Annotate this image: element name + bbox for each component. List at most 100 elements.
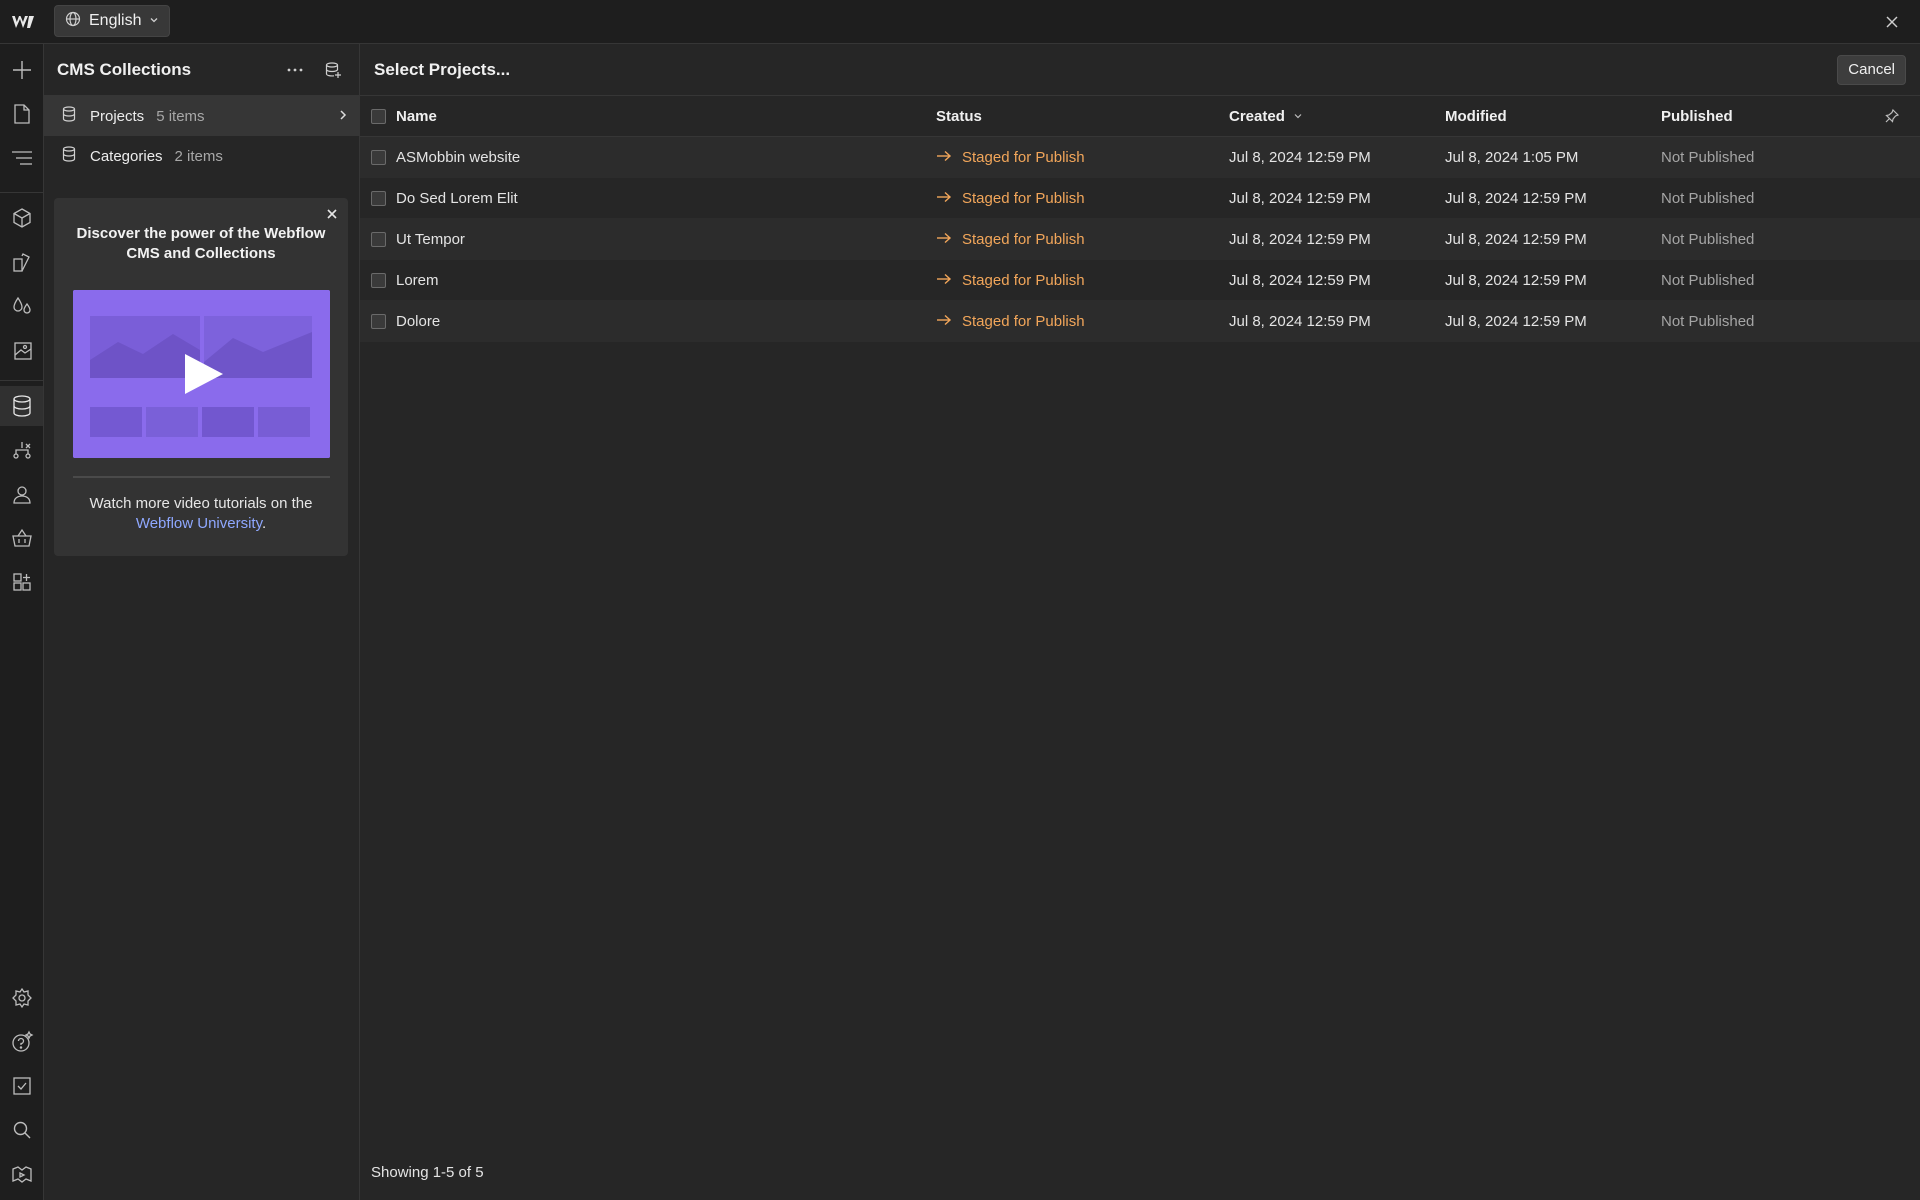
locale-label: English [89, 12, 142, 29]
chevron-right-icon [339, 108, 347, 125]
cms-header: CMS Collections [44, 44, 359, 96]
column-created-label: Created [1229, 107, 1285, 125]
main-header: Select Projects... Cancel [360, 44, 1920, 96]
row-created: Jul 8, 2024 12:59 PM [1229, 271, 1371, 289]
row-modified: Jul 8, 2024 12:59 PM [1445, 230, 1587, 248]
collection-name: Categories [90, 147, 163, 165]
promo-title: Discover the power of the Webflow CMS an… [76, 225, 326, 262]
row-created: Jul 8, 2024 12:59 PM [1229, 230, 1371, 248]
column-status[interactable]: Status [936, 96, 982, 136]
row-created: Jul 8, 2024 12:59 PM [1229, 148, 1371, 166]
row-modified: Jul 8, 2024 1:05 PM [1445, 148, 1579, 166]
row-status-label: Staged for Publish [962, 189, 1085, 207]
settings-icon[interactable] [0, 978, 43, 1018]
pagination-info: Showing 1-5 of 5 [371, 1164, 484, 1181]
row-modified: Jul 8, 2024 12:59 PM [1445, 271, 1587, 289]
row-created: Jul 8, 2024 12:59 PM [1229, 189, 1371, 207]
more-options-icon[interactable] [281, 56, 309, 84]
cancel-button[interactable]: Cancel [1837, 54, 1906, 85]
page-title: Select Projects... [374, 59, 511, 79]
promo-footer-suffix: . [261, 515, 267, 532]
row-published: Not Published [1661, 230, 1755, 248]
cms-collections-panel: CMS Collections Projects 5 items Categor… [44, 44, 360, 1200]
arrow-right-icon [936, 149, 952, 166]
search-icon[interactable] [0, 1110, 43, 1150]
arrow-right-icon [936, 190, 952, 207]
main-panel: Select Projects... Cancel Name Status Cr… [360, 44, 1920, 1200]
table-row[interactable]: Ut Tempor Staged for Publish Jul 8, 2024… [360, 219, 1920, 260]
collection-count: 5 items [156, 107, 205, 125]
row-checkbox[interactable] [371, 219, 386, 259]
locale-selector[interactable]: English [54, 5, 170, 37]
table-header: Name Status Created Modified Published [360, 96, 1920, 137]
arrow-right-icon [936, 231, 952, 248]
row-checkbox[interactable] [371, 260, 386, 300]
column-published[interactable]: Published [1661, 96, 1733, 136]
promo-footer-text: Watch more video tutorials on the [89, 495, 313, 512]
database-icon [62, 146, 76, 166]
promo-video-thumbnail[interactable] [73, 290, 330, 458]
column-created[interactable]: Created [1229, 96, 1303, 136]
table-row[interactable]: ASMobbin website Staged for Publish Jul … [360, 137, 1920, 178]
row-status: Staged for Publish [936, 260, 1085, 300]
close-icon[interactable] [324, 206, 340, 222]
row-checkbox[interactable] [371, 178, 386, 218]
globe-icon [65, 11, 81, 32]
pin-icon[interactable] [1884, 96, 1900, 136]
table-body: ASMobbin website Staged for Publish Jul … [360, 137, 1920, 342]
column-name[interactable]: Name [396, 96, 437, 136]
select-all-checkbox[interactable] [371, 96, 386, 136]
assets-icon[interactable] [0, 330, 43, 370]
collection-item-categories[interactable]: Categories 2 items [44, 136, 359, 176]
add-icon[interactable] [0, 50, 43, 90]
arrow-right-icon [936, 313, 952, 330]
page-icon[interactable] [0, 94, 43, 134]
left-rail [0, 44, 44, 1200]
column-modified[interactable]: Modified [1445, 96, 1507, 136]
row-published: Not Published [1661, 148, 1755, 166]
collection-count: 2 items [174, 147, 223, 165]
ecommerce-icon[interactable] [0, 518, 43, 558]
row-status: Staged for Publish [936, 301, 1085, 341]
row-status-label: Staged for Publish [962, 271, 1085, 289]
cms-icon[interactable] [0, 386, 43, 426]
row-status-label: Staged for Publish [962, 230, 1085, 248]
table-row[interactable]: Lorem Staged for Publish Jul 8, 2024 12:… [360, 260, 1920, 301]
audit-icon[interactable] [0, 1066, 43, 1106]
row-name: Dolore [396, 312, 441, 330]
row-modified: Jul 8, 2024 12:59 PM [1445, 312, 1587, 330]
webflow-logo-icon[interactable] [10, 12, 36, 32]
components-icon[interactable] [0, 198, 43, 238]
help-icon[interactable] [0, 1022, 43, 1062]
row-name: Do Sed Lorem Elit [396, 189, 518, 207]
video-icon[interactable] [0, 1154, 43, 1194]
row-name: ASMobbin website [396, 148, 521, 166]
row-status: Staged for Publish [936, 178, 1085, 218]
row-created: Jul 8, 2024 12:59 PM [1229, 312, 1371, 330]
promo-footer: Watch more video tutorials on the Webflo… [68, 494, 334, 534]
style-selector-icon[interactable] [0, 242, 43, 282]
sort-chevron-down-icon [1293, 108, 1303, 125]
add-collection-icon[interactable] [319, 56, 347, 84]
row-published: Not Published [1661, 189, 1755, 207]
collection-name: Projects [90, 107, 145, 125]
database-icon [62, 106, 76, 126]
row-name: Lorem [396, 271, 439, 289]
row-checkbox[interactable] [371, 301, 386, 341]
table-row[interactable]: Do Sed Lorem Elit Staged for Publish Jul… [360, 178, 1920, 219]
row-name: Ut Tempor [396, 230, 465, 248]
row-status-label: Staged for Publish [962, 312, 1085, 330]
collection-item-projects[interactable]: Projects 5 items [44, 96, 359, 136]
close-icon[interactable] [1882, 12, 1902, 32]
webflow-university-link[interactable]: Webflow University [136, 515, 262, 532]
logic-icon[interactable] [0, 430, 43, 470]
users-icon[interactable] [0, 474, 43, 514]
navigator-icon[interactable] [0, 138, 43, 178]
apps-icon[interactable] [0, 562, 43, 602]
variables-icon[interactable] [0, 286, 43, 326]
top-bar: English [0, 0, 1920, 44]
promo-divider [73, 476, 330, 478]
row-checkbox[interactable] [371, 137, 386, 177]
row-published: Not Published [1661, 271, 1755, 289]
table-row[interactable]: Dolore Staged for Publish Jul 8, 2024 12… [360, 301, 1920, 342]
